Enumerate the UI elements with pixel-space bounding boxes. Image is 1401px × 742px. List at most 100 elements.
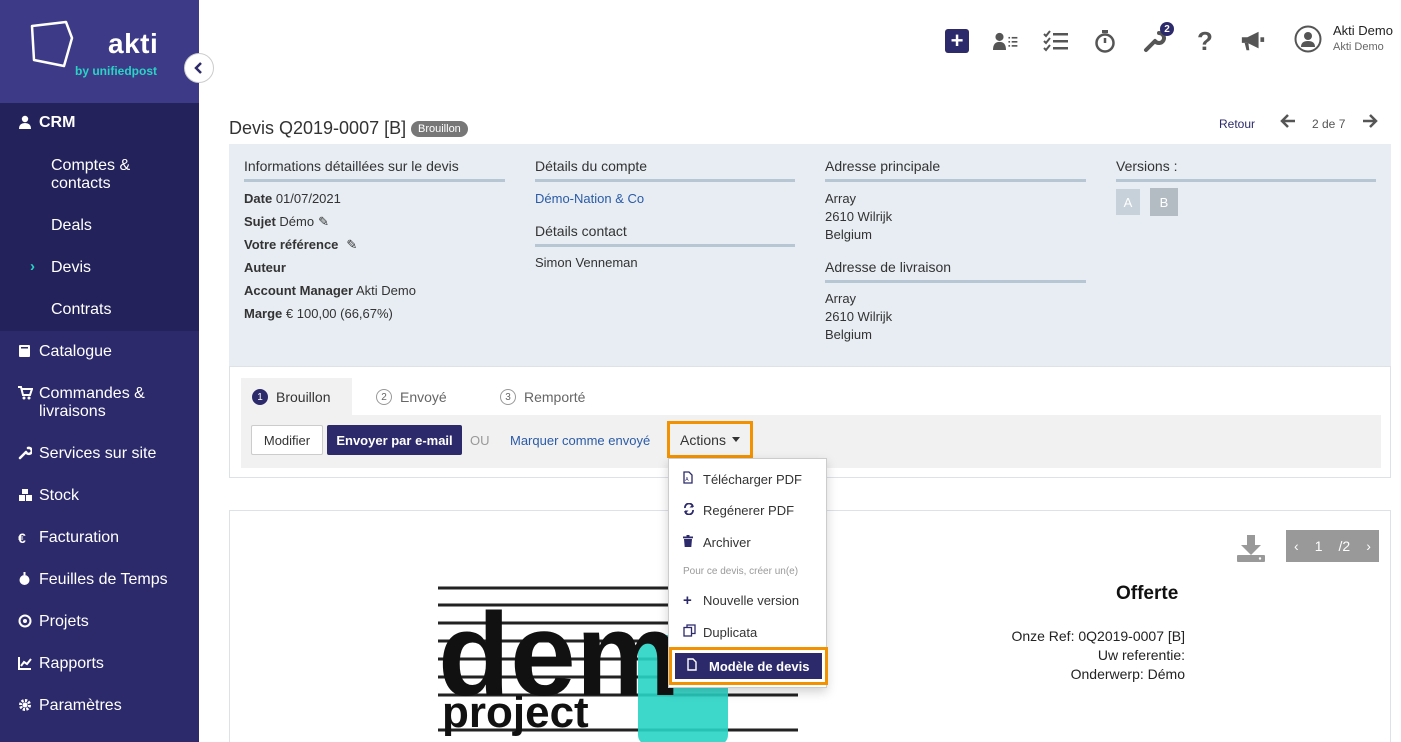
page-title: Devis Q2019-0007 [B] <box>229 118 407 138</box>
quote-info-panel: Informations détaillées sur le devis Dat… <box>229 144 1391 366</box>
tools-button[interactable]: 2 <box>1142 22 1174 54</box>
date-value: 01/07/2021 <box>275 191 341 206</box>
sidebar-subitem-devis[interactable]: Devis <box>51 259 91 277</box>
chevron-right-icon[interactable]: › <box>1366 538 1371 554</box>
trash-icon <box>683 535 703 550</box>
versions-title: Versions : <box>1116 158 1376 182</box>
document-pager: ‹ 1 /2 › <box>1286 530 1379 562</box>
tab-label: Remporté <box>524 389 586 405</box>
sidebar-item-commandes[interactable]: Commandes & livraisons <box>18 385 145 421</box>
boxes-icon <box>18 488 39 505</box>
tab-remporte[interactable]: 3 Remporté <box>500 378 585 416</box>
step-number: 1 <box>252 389 268 405</box>
sidebar-subitem-deals[interactable]: Deals <box>51 217 92 235</box>
subject-field: Sujet Démo ✎ <box>244 213 329 231</box>
sidebar-item-label: Projets <box>39 613 89 630</box>
menu-item-new-version[interactable]: + Nouvelle version <box>683 592 799 609</box>
sidebar-item-feuilles[interactable]: Feuilles de Temps <box>18 571 168 589</box>
contact-details-title: Détails contact <box>535 223 795 247</box>
tab-label: Envoyé <box>400 389 447 405</box>
margin-field: Marge € 100,00 (66,67%) <box>244 305 393 323</box>
notification-badge: 2 <box>1160 22 1174 36</box>
add-button[interactable]: + <box>944 28 970 54</box>
menu-item-quote-template[interactable]: Modèle de devis <box>675 653 822 679</box>
euro-icon: € <box>18 530 26 546</box>
announcements-button[interactable] <box>1240 28 1266 54</box>
reference-label: Votre référence <box>244 237 339 252</box>
author-field: Auteur <box>244 259 286 277</box>
user-name[interactable]: Akti Demo <box>1333 23 1393 38</box>
tasks-button[interactable] <box>1043 28 1069 54</box>
status-badge: Brouillon <box>411 121 468 137</box>
delivery-address-title: Adresse de livraison <box>825 259 1086 283</box>
menu-item-regenerate-pdf[interactable]: Regénerer PDF <box>683 502 794 518</box>
plus-icon: + <box>683 592 692 609</box>
send-email-button[interactable]: Envoyer par e-mail <box>327 425 462 455</box>
sidebar-item-parametres[interactable]: Paramètres <box>18 697 122 715</box>
sidebar-item-stock[interactable]: Stock <box>18 487 79 505</box>
sidebar-item-label: CRM <box>39 114 76 131</box>
modifier-button[interactable]: Modifier <box>251 425 323 455</box>
step-number: 2 <box>376 389 392 405</box>
actions-dropdown-button[interactable]: Actions <box>667 421 753 458</box>
account-manager-value: Akti Demo <box>355 283 416 298</box>
menu-item-archive[interactable]: Archiver <box>683 535 751 550</box>
actions-dropdown-menu: A Télécharger PDF Regénerer PDF Archiver… <box>668 458 828 688</box>
menu-item-download-pdf[interactable]: A Télécharger PDF <box>683 471 802 487</box>
gear-icon <box>18 698 39 715</box>
copy-icon <box>683 624 703 640</box>
contact-name: Simon Venneman <box>535 255 638 270</box>
menu-item-label: Télécharger PDF <box>703 471 802 487</box>
refresh-icon <box>683 502 703 518</box>
page-total: /2 <box>1338 538 1351 554</box>
menu-item-duplicate[interactable]: Duplicata <box>683 624 757 640</box>
quote-details-title: Informations détaillées sur le devis <box>244 158 505 182</box>
prev-arrow-icon[interactable] <box>1280 113 1296 134</box>
menu-section-header: Pour ce devis, créer un(e) <box>683 566 799 577</box>
tab-brouillon[interactable]: 1 Brouillon <box>241 378 352 416</box>
sidebar-item-crm[interactable]: CRM <box>18 114 75 132</box>
sidebar-item-label: Rapports <box>39 655 104 672</box>
sidebar-subitem-comptes[interactable]: Comptes & contacts <box>51 157 130 193</box>
chevron-left-icon <box>194 62 202 74</box>
sidebar-item-catalogue[interactable]: Catalogue <box>18 343 112 361</box>
brand-sub: by unifiedpost <box>75 64 157 78</box>
sidebar-item-rapports[interactable]: Rapports <box>18 655 104 673</box>
contacts-list-button[interactable] <box>993 28 1019 54</box>
sidebar-item-services[interactable]: Services sur site <box>18 445 156 463</box>
account-link[interactable]: Démo-Nation & Co <box>535 190 644 208</box>
chevron-left-icon[interactable]: ‹ <box>1294 538 1299 554</box>
sidebar-item-label: Paramètres <box>39 697 122 714</box>
pencil-icon[interactable]: ✎ <box>318 214 329 229</box>
next-arrow-icon[interactable] <box>1362 113 1378 134</box>
main-address-title: Adresse principale <box>825 158 1086 182</box>
sidebar-subitem-contrats[interactable]: Contrats <box>51 301 111 319</box>
reference-field: Votre référence ✎ <box>244 236 357 254</box>
account-manager-field: Account Manager Akti Demo <box>244 282 416 300</box>
user-avatar[interactable] <box>1294 25 1322 53</box>
sidebar-item-label: Stock <box>39 487 80 504</box>
download-icon <box>1237 535 1265 562</box>
sidebar-collapse-button[interactable] <box>184 53 214 83</box>
tab-envoye[interactable]: 2 Envoyé <box>376 378 447 416</box>
sidebar-item-label: Feuilles de Temps <box>39 571 168 588</box>
sidebar-item-projets[interactable]: Projets <box>18 613 89 631</box>
date-field: Date 01/07/2021 <box>244 190 341 208</box>
page-current: 1 <box>1314 538 1323 554</box>
sidebar-item-facturation[interactable]: € Facturation <box>18 529 119 547</box>
user-icon <box>18 115 39 132</box>
help-button[interactable]: ? <box>1192 26 1218 56</box>
svg-text:A: A <box>685 477 689 483</box>
version-a-button[interactable]: A <box>1116 189 1140 215</box>
download-button[interactable] <box>1235 533 1267 566</box>
akti-logo-icon <box>30 20 74 68</box>
back-link[interactable]: Retour <box>1219 117 1255 131</box>
main-address-line: Belgium <box>825 227 872 242</box>
mark-sent-link[interactable]: Marquer comme envoyé <box>510 433 650 448</box>
megaphone-icon <box>1241 31 1265 51</box>
document-ref-line: Uw referentie: <box>1097 647 1185 663</box>
pencil-icon[interactable]: ✎ <box>346 237 357 252</box>
sidebar-item-label: Services sur site <box>39 445 157 462</box>
timer-button[interactable] <box>1092 28 1118 54</box>
version-b-button[interactable]: B <box>1150 188 1178 216</box>
